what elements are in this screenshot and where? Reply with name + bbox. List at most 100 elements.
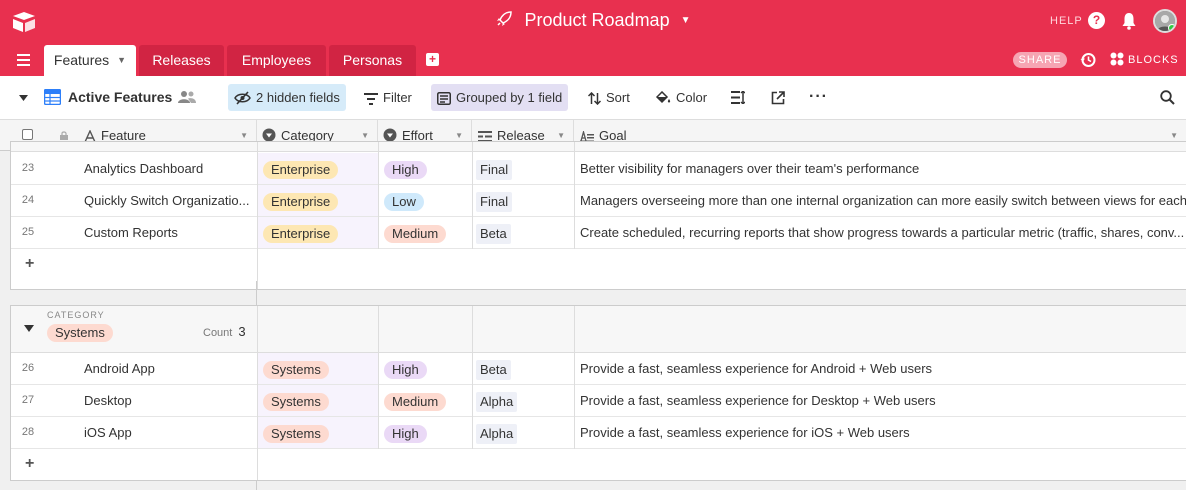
effort-pill: High xyxy=(384,424,427,443)
release-cell[interactable]: Alpha xyxy=(472,385,574,416)
view-toolbar: Active Features 2 hidden fields Filter G… xyxy=(0,76,1186,120)
column-divider xyxy=(256,481,257,490)
release-cell[interactable]: Beta xyxy=(472,217,574,248)
release-cell[interactable]: Beta xyxy=(472,353,574,384)
tab-personas[interactable]: Personas xyxy=(329,45,416,76)
table-row[interactable]: 25 Custom Reports Enterprise Medium Beta… xyxy=(11,217,1186,249)
effort-cell[interactable]: High xyxy=(378,417,472,448)
single-select-icon xyxy=(262,128,276,142)
row-height-icon[interactable] xyxy=(731,91,745,104)
view-switcher-caret-icon[interactable] xyxy=(19,93,28,102)
bell-icon[interactable] xyxy=(1121,12,1137,30)
menu-icon[interactable] xyxy=(17,54,30,66)
effort-cell[interactable]: Medium xyxy=(378,217,472,248)
chevron-down-icon[interactable]: ▼ xyxy=(117,55,126,65)
goal-cell[interactable]: Create scheduled, recurring reports that… xyxy=(574,217,1186,248)
category-pill: Systems xyxy=(263,424,329,443)
category-cell[interactable]: Systems xyxy=(257,417,378,448)
feature-cell[interactable]: Custom Reports xyxy=(84,217,256,248)
share-view-icon[interactable] xyxy=(771,91,785,105)
column-divider xyxy=(472,142,473,249)
table-row[interactable]: 27 Desktop Systems Medium Alpha Provide … xyxy=(11,385,1186,417)
filter-icon xyxy=(364,93,378,105)
effort-cell[interactable]: High xyxy=(378,153,472,184)
single-select-icon xyxy=(383,128,397,142)
color-button[interactable]: Color xyxy=(649,84,713,111)
table-row[interactable]: 23 Analytics Dashboard Enterprise High F… xyxy=(11,153,1186,185)
rocket-icon xyxy=(497,11,513,26)
effort-cell[interactable]: Medium xyxy=(378,385,472,416)
hidden-fields-button[interactable]: 2 hidden fields xyxy=(228,84,346,111)
column-divider xyxy=(378,306,379,449)
base-title[interactable]: Product Roadmap ▼ xyxy=(0,10,1186,31)
effort-pill: Low xyxy=(384,192,424,211)
help-link[interactable]: HELP xyxy=(1050,15,1083,27)
color-icon xyxy=(655,90,671,104)
history-icon[interactable] xyxy=(1080,52,1096,68)
add-row-button[interactable]: + xyxy=(11,449,257,481)
effort-cell[interactable]: Low xyxy=(378,185,472,216)
select-all-checkbox[interactable] xyxy=(22,129,33,140)
goal-cell[interactable]: Provide a fast, seamless experience for … xyxy=(574,385,1186,416)
group-button[interactable]: Grouped by 1 field xyxy=(431,84,569,111)
goal-cell[interactable]: Provide a fast, seamless experience for … xyxy=(574,417,1186,448)
release-tag: Alpha xyxy=(476,391,518,412)
tab-employees[interactable]: Employees xyxy=(227,45,326,76)
sort-button[interactable]: Sort xyxy=(582,84,636,111)
add-tab-icon[interactable]: + xyxy=(426,53,439,66)
blocks-button[interactable]: BLOCKS xyxy=(1110,52,1179,66)
category-cell[interactable]: Enterprise xyxy=(257,217,378,248)
release-cell[interactable]: Alpha xyxy=(472,417,574,448)
feature-cell[interactable]: Quickly Switch Organizatio... xyxy=(84,185,256,216)
table-row[interactable]: 26 Android App Systems High Beta Provide… xyxy=(11,353,1186,385)
feature-cell[interactable]: Analytics Dashboard xyxy=(84,153,256,184)
search-icon[interactable] xyxy=(1160,90,1175,105)
tab-features[interactable]: Features ▼ xyxy=(44,45,136,76)
category-pill: Enterprise xyxy=(263,192,339,211)
collapse-group-icon[interactable] xyxy=(24,325,34,333)
row-number: 26 xyxy=(21,362,35,374)
category-pill: Systems xyxy=(263,360,329,379)
grid-area: 23 Analytics Dashboard Enterprise High F… xyxy=(0,141,1186,490)
people-icon[interactable] xyxy=(178,90,196,104)
category-cell[interactable]: Systems xyxy=(257,353,378,384)
category-cell[interactable]: Enterprise xyxy=(257,153,378,184)
goal-cell[interactable]: Provide a fast, seamless experience for … xyxy=(574,353,1186,384)
grid-view-icon xyxy=(44,89,61,105)
hidden-fields-label: 2 hidden fields xyxy=(256,90,340,105)
share-button[interactable]: SHARE xyxy=(1013,52,1067,68)
effort-cell[interactable]: High xyxy=(378,353,472,384)
category-cell[interactable]: Enterprise xyxy=(257,185,378,216)
release-tag: Alpha xyxy=(476,423,518,444)
feature-cell[interactable]: iOS App xyxy=(84,417,256,448)
avatar[interactable] xyxy=(1153,9,1177,33)
row-number: 24 xyxy=(21,194,35,206)
row-number: 23 xyxy=(21,162,35,174)
sort-icon xyxy=(587,91,602,106)
tab-releases[interactable]: Releases xyxy=(139,45,224,76)
table-tab-bar: Features ▼ Releases Employees Personas + … xyxy=(0,44,1186,76)
filter-button[interactable]: Filter xyxy=(358,84,418,111)
help-icon[interactable]: ? xyxy=(1088,12,1105,29)
goal-cell[interactable]: Better visibility for managers over thei… xyxy=(574,153,1186,184)
blocks-label: BLOCKS xyxy=(1128,54,1179,66)
table-row[interactable]: 24 Quickly Switch Organizatio... Enterpr… xyxy=(11,185,1186,217)
table-row[interactable]: 28 iOS App Systems High Alpha Provide a … xyxy=(11,417,1186,449)
goal-cell[interactable]: Managers overseeing more than one intern… xyxy=(574,185,1186,216)
more-icon[interactable]: ··· xyxy=(809,89,828,105)
view-name[interactable]: Active Features xyxy=(44,89,172,105)
release-cell[interactable]: Final xyxy=(472,153,574,184)
tab-label: Releases xyxy=(152,52,211,68)
add-row-plus-icon: + xyxy=(25,255,35,272)
group-count-value: 3 xyxy=(238,324,246,339)
add-row-button[interactable]: + xyxy=(11,249,257,281)
feature-cell[interactable]: Android App xyxy=(84,353,256,384)
release-cell[interactable]: Final xyxy=(472,185,574,216)
base-title-text: Product Roadmap xyxy=(524,10,670,30)
feature-cell[interactable]: Desktop xyxy=(84,385,256,416)
group-header[interactable]: CATEGORY Systems Count 3 xyxy=(11,306,1186,353)
group-count: Count 3 xyxy=(203,324,246,339)
group-enterprise: 23 Analytics Dashboard Enterprise High F… xyxy=(10,141,1186,290)
category-cell[interactable]: Systems xyxy=(257,385,378,416)
group-value-pill: Systems xyxy=(47,324,113,342)
